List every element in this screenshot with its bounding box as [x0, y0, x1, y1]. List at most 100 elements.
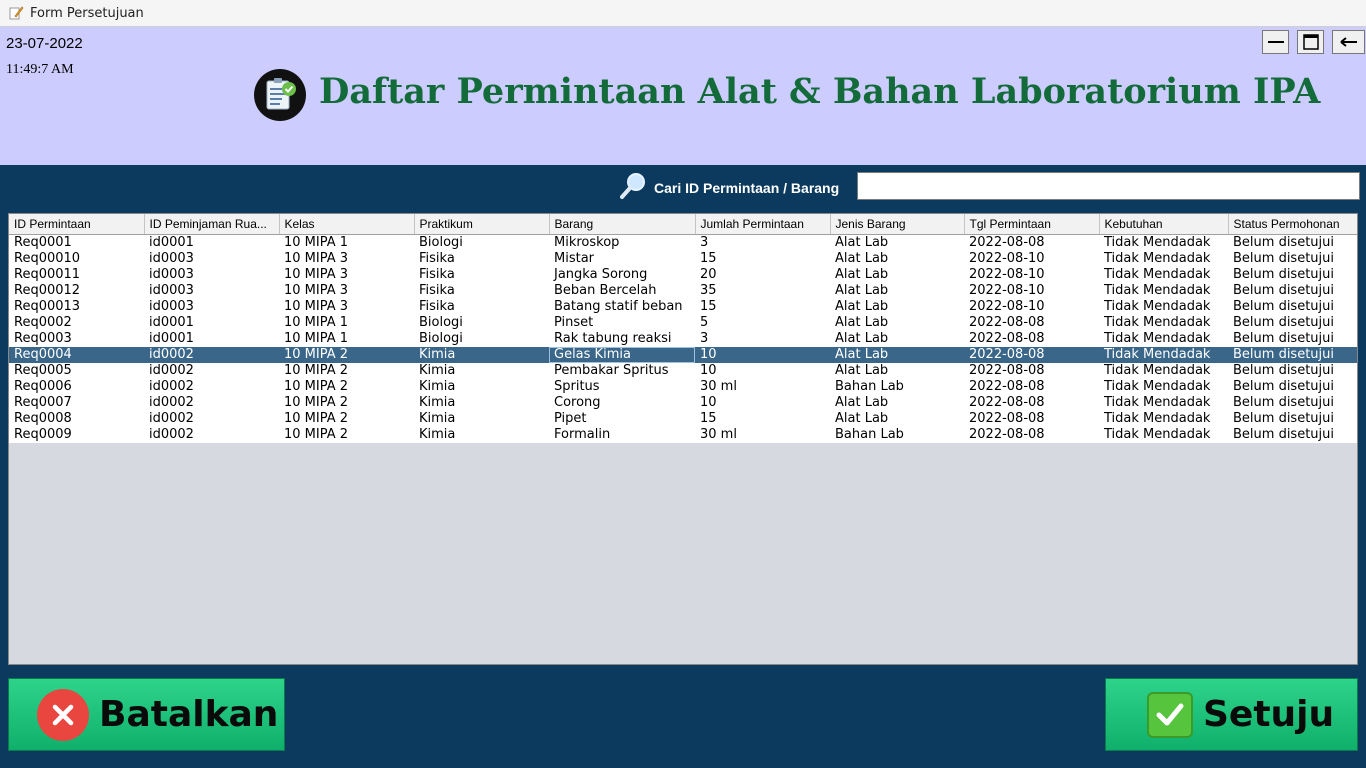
table-cell[interactable]: Kimia [414, 411, 549, 427]
table-cell[interactable]: Biologi [414, 234, 549, 251]
column-header[interactable]: ID Permintaan [9, 214, 145, 235]
table-cell[interactable]: 10 [695, 395, 830, 411]
column-header[interactable]: Jenis Barang [830, 214, 965, 235]
table-cell[interactable]: Tidak Mendadak [1099, 411, 1228, 427]
table-cell[interactable]: id0002 [144, 379, 279, 395]
table-cell[interactable]: Spritus [549, 379, 695, 395]
table-cell[interactable]: 2022-08-08 [964, 315, 1099, 331]
table-cell[interactable]: 3 [695, 331, 830, 347]
minimize-button[interactable] [1262, 30, 1289, 54]
table-cell[interactable]: Tidak Mendadak [1099, 299, 1228, 315]
table-cell[interactable]: Fisika [414, 283, 549, 299]
table-cell[interactable]: 10 [695, 347, 830, 363]
table-cell[interactable]: id0003 [144, 267, 279, 283]
table-row[interactable]: Req0007 id0002 10 MIPA 2 Kimia Corong 10 Alat … [9, 394, 1357, 411]
table-cell[interactable]: Belum disetujui [1228, 315, 1357, 331]
table-cell[interactable]: id0001 [144, 315, 279, 331]
table-cell[interactable]: id0002 [144, 347, 279, 363]
table-cell[interactable]: Alat Lab [830, 267, 964, 283]
table-row[interactable]: Req00011 id0003 10 MIPA 3 Fisika Jangka Soro… [9, 266, 1357, 283]
table-cell[interactable]: 15 [695, 299, 830, 315]
table-cell[interactable]: Req0002 [9, 315, 144, 331]
table-cell[interactable]: 10 MIPA 1 [279, 315, 414, 331]
table-cell[interactable]: Alat Lab [830, 251, 964, 267]
table-cell[interactable]: 30 ml [695, 427, 830, 443]
table-cell[interactable]: Tidak Mendadak [1099, 379, 1228, 395]
table-cell[interactable]: Req0004 [9, 347, 144, 363]
table-cell[interactable]: id0002 [144, 427, 279, 443]
table-row[interactable]: Req0004 id0002 10 MIPA 2 Kimia Gelas Kimia 10… [9, 346, 1357, 363]
table-cell[interactable]: 10 MIPA 3 [279, 251, 414, 267]
table-cell[interactable]: Alat Lab [830, 395, 964, 411]
table-cell[interactable]: Req0001 [9, 234, 144, 251]
table-cell[interactable]: 10 MIPA 2 [279, 427, 414, 443]
table-cell[interactable]: Req0006 [9, 379, 144, 395]
table-cell[interactable]: Belum disetujui [1228, 427, 1357, 443]
table-row[interactable]: Req00012 id0003 10 MIPA 3 Fisika Beban Berce… [9, 282, 1357, 299]
table-cell[interactable]: Belum disetujui [1228, 267, 1357, 283]
table-cell[interactable]: Tidak Mendadak [1099, 395, 1228, 411]
search-input[interactable] [857, 172, 1360, 200]
table-cell[interactable]: Kimia [414, 379, 549, 395]
table-cell[interactable]: Alat Lab [830, 283, 964, 299]
table-row[interactable]: Req00013 id0003 10 MIPA 3 Fisika Batang stat… [9, 298, 1357, 315]
table-cell[interactable]: Req00011 [9, 267, 144, 283]
table-cell[interactable]: Kimia [414, 427, 549, 443]
table-row[interactable]: Req0002 id0001 10 MIPA 1 Biologi Pinset 5 Alat… [9, 314, 1357, 331]
table-cell[interactable]: Belum disetujui [1228, 363, 1357, 379]
table-cell[interactable]: Formalin [549, 427, 695, 443]
table-cell[interactable]: 10 MIPA 3 [279, 267, 414, 283]
column-header[interactable]: Barang [549, 214, 696, 235]
table-cell[interactable]: Tidak Mendadak [1099, 315, 1228, 331]
table-cell[interactable]: id0003 [144, 283, 279, 299]
column-header[interactable]: ID Peminjaman Rua... [144, 214, 280, 235]
column-header[interactable]: Jumlah Permintaan [695, 214, 831, 235]
table-cell[interactable]: Belum disetujui [1228, 283, 1357, 299]
table-cell[interactable]: Alat Lab [830, 347, 964, 363]
table-cell[interactable]: Req0007 [9, 395, 144, 411]
table-cell[interactable]: 10 [695, 363, 830, 379]
table-cell[interactable]: Beban Bercelah [549, 283, 695, 299]
table-cell[interactable]: 2022-08-08 [964, 363, 1099, 379]
table-cell[interactable]: 10 MIPA 2 [279, 347, 414, 363]
requests-table[interactable]: ID Permintaan ID Peminjaman Rua... Kelas Pr… [8, 213, 1358, 665]
table-cell[interactable]: Req00010 [9, 251, 144, 267]
table-cell[interactable]: Gelas Kimia [549, 346, 695, 363]
table-cell[interactable]: 5 [695, 315, 830, 331]
table-cell[interactable]: Req0003 [9, 331, 144, 347]
cancel-button[interactable]: Batalkan [8, 678, 285, 751]
table-cell[interactable]: Req0005 [9, 363, 144, 379]
column-header[interactable]: Kelas [279, 214, 415, 235]
table-cell[interactable]: id0003 [144, 299, 279, 315]
table-cell[interactable]: Req00012 [9, 283, 144, 299]
table-row[interactable]: Req0005 id0002 10 MIPA 2 Kimia Pembakar Spri… [9, 362, 1357, 379]
table-cell[interactable]: Pipet [549, 411, 695, 427]
table-cell[interactable]: Belum disetujui [1228, 379, 1357, 395]
table-cell[interactable]: Tidak Mendadak [1099, 347, 1228, 363]
table-cell[interactable]: Alat Lab [830, 331, 964, 347]
maximize-button[interactable] [1297, 30, 1324, 54]
table-cell[interactable]: Belum disetujui [1228, 347, 1357, 363]
table-cell[interactable]: 10 MIPA 2 [279, 363, 414, 379]
table-cell[interactable]: 10 MIPA 2 [279, 379, 414, 395]
table-cell[interactable]: Bahan Lab [830, 427, 964, 443]
table-cell[interactable]: Batang statif beban [549, 299, 695, 315]
table-cell[interactable]: 3 [695, 234, 830, 251]
table-cell[interactable]: Jangka Sorong [549, 267, 695, 283]
table-cell[interactable]: 2022-08-08 [964, 234, 1099, 251]
table-cell[interactable]: id0001 [144, 234, 279, 251]
table-cell[interactable]: Rak tabung reaksi [549, 331, 695, 347]
table-cell[interactable]: id0002 [144, 395, 279, 411]
table-cell[interactable]: Belum disetujui [1228, 395, 1357, 411]
table-row[interactable]: Req0006 id0002 10 MIPA 2 Kimia Spritus 30 ml B… [9, 378, 1357, 395]
table-cell[interactable]: Alat Lab [830, 315, 964, 331]
table-cell[interactable]: Belum disetujui [1228, 299, 1357, 315]
table-cell[interactable]: 20 [695, 267, 830, 283]
column-header[interactable]: Praktikum [414, 214, 550, 235]
table-cell[interactable]: 2022-08-08 [964, 395, 1099, 411]
table-cell[interactable]: 10 MIPA 1 [279, 331, 414, 347]
table-cell[interactable]: 2022-08-10 [964, 283, 1099, 299]
table-cell[interactable]: Alat Lab [830, 299, 964, 315]
column-header[interactable]: Status Permohonan [1228, 214, 1357, 235]
table-cell[interactable]: Fisika [414, 267, 549, 283]
